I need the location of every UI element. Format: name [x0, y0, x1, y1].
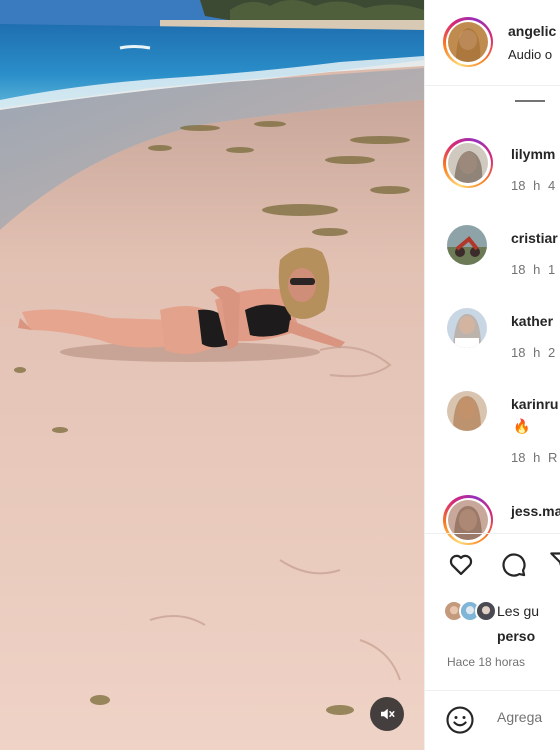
smiley-icon[interactable] — [445, 705, 475, 735]
likes-text: Les gu — [497, 603, 540, 619]
mute-button[interactable] — [370, 697, 404, 731]
post-timestamp[interactable]: Hace 18 horas — [447, 655, 525, 669]
audio-link[interactable]: Audio o — [508, 47, 552, 62]
comment-avatar-ring[interactable] — [443, 138, 493, 188]
fire-emoji: 🔥 — [513, 418, 531, 434]
avatar — [475, 600, 497, 622]
comment-time: 18 h 2 — [511, 345, 556, 360]
avatar[interactable] — [447, 225, 487, 265]
author-username[interactable]: angelic — [508, 23, 556, 39]
paper-plane-icon[interactable] — [549, 550, 560, 578]
avatar — [448, 143, 488, 183]
likes-people[interactable]: perso — [497, 628, 535, 644]
avatar — [448, 22, 488, 62]
comment-username[interactable]: jess.ma — [511, 503, 560, 519]
add-comment-bar — [425, 690, 560, 750]
comment-username[interactable]: kather — [511, 313, 553, 329]
beach-scene — [0, 0, 424, 750]
post-header: angelic Audio o — [425, 0, 560, 86]
comment-avatar-ring[interactable] — [443, 495, 493, 545]
heart-icon[interactable] — [447, 550, 475, 578]
actions-divider — [425, 533, 560, 534]
speaker-muted-icon — [381, 708, 395, 720]
avatar — [448, 500, 488, 540]
comment-time: 18 h R — [511, 450, 558, 465]
author-avatar-ring[interactable] — [443, 17, 493, 67]
comment-username[interactable]: cristiar — [511, 230, 558, 246]
comment-icon[interactable] — [499, 550, 527, 578]
comment-time: 18 h 1 — [511, 262, 556, 277]
post-video[interactable] — [0, 0, 424, 750]
comment-username[interactable]: karinru — [511, 396, 558, 412]
comment-username[interactable]: lilymm — [511, 146, 555, 162]
post-side-panel: angelic Audio o lilymm 18 h 4 cristiar 1… — [424, 0, 560, 750]
comment-time: 18 h 4 — [511, 178, 556, 193]
caption-divider — [515, 100, 545, 102]
avatar[interactable] — [447, 308, 487, 348]
avatar[interactable] — [447, 391, 487, 431]
comment-input[interactable] — [497, 709, 560, 725]
